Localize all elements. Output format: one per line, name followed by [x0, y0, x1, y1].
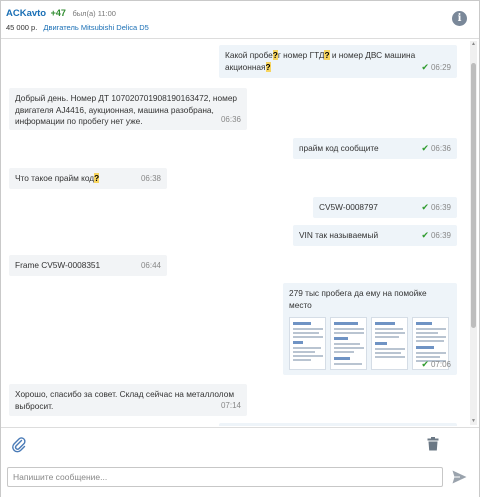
message-toolbar [1, 427, 479, 461]
chat-header: ACKavto +47 был(а) 11:00 45 000 р. Двига… [1, 1, 479, 39]
message-incoming: Добрый день. Номер ДТ 107020701908190163… [9, 88, 247, 130]
message-outgoing: CV5W-0008797 ✔ 06:39 [313, 197, 457, 218]
message-time: 07:14 [220, 400, 241, 410]
composer [1, 461, 479, 497]
seller-name[interactable]: ACKavto [6, 8, 46, 19]
info-icon[interactable]: i [452, 11, 467, 26]
message-time: 06:36 [220, 114, 241, 124]
message-incoming: Что такое прайм код? 06:38 [9, 168, 167, 189]
paperclip-icon[interactable] [12, 437, 26, 453]
message-outgoing: Какой пробе?г номер ГТД? и номер ДВС маш… [219, 45, 457, 78]
checkmark-icon: ✔ [421, 201, 429, 212]
message-text: 279 тыс пробега да ему на помойке место [289, 288, 427, 310]
message-text: Что такое прайм код? [15, 173, 100, 183]
message-list: Какой пробе?г номер ГТД? и номер ДВС маш… [1, 40, 479, 426]
scrollbar-thumb[interactable] [471, 63, 476, 328]
document-thumbnail[interactable] [371, 317, 408, 370]
checkmark-icon: ✔ [421, 358, 429, 369]
message-text: Хорошо, спасибо за совет. Склад сейчас н… [15, 389, 235, 411]
checkmark-icon: ✔ [421, 229, 429, 240]
trash-icon[interactable] [427, 437, 439, 451]
chat-scrollbar[interactable]: ▲ ▼ [470, 41, 477, 425]
message-outgoing: прайм код сообщите ✔ 06:36 [293, 138, 457, 159]
seller-status: был(а) 11:00 [72, 9, 116, 18]
message-input[interactable] [7, 467, 443, 487]
message-text: Добрый день. Номер ДТ 107020701908190163… [15, 93, 238, 126]
message-outgoing-partial [219, 423, 457, 426]
checkmark-icon: ✔ [421, 142, 429, 153]
message-time: 06:36 [430, 143, 451, 153]
message-text: Какой пробе?г номер ГТД? и номер ДВС маш… [225, 50, 416, 72]
chat-window: ACKavto +47 был(а) 11:00 45 000 р. Двига… [0, 0, 480, 497]
message-outgoing: 279 тыс пробега да ему на помойке место [283, 283, 457, 375]
document-thumbnail[interactable] [289, 317, 326, 370]
message-time: 06:38 [140, 173, 161, 183]
message-incoming: Хорошо, спасибо за совет. Склад сейчас н… [9, 384, 247, 416]
document-thumbnail[interactable] [330, 317, 367, 370]
message-time: 07:06 [430, 359, 451, 369]
item-line: 45 000 р. Двигатель Mitsubishi Delica D5 [6, 23, 149, 32]
message-time: 06:39 [430, 202, 451, 212]
item-price: 45 000 р. [6, 23, 38, 32]
message-time: 06:29 [430, 62, 451, 72]
message-incoming: Frame CV5W-0008351 06:44 [9, 255, 167, 276]
scroll-down-arrow-icon[interactable]: ▼ [470, 418, 477, 425]
item-title-link[interactable]: Двигатель Mitsubishi Delica D5 [43, 23, 148, 32]
message-outgoing: VIN так называемый ✔ 06:39 [293, 225, 457, 246]
checkmark-icon: ✔ [421, 61, 429, 72]
send-icon[interactable] [452, 470, 467, 484]
seller-rating: +47 [50, 8, 66, 18]
message-time: 06:44 [140, 260, 161, 270]
seller-line: ACKavto +47 был(а) 11:00 [6, 8, 116, 19]
message-text: Frame CV5W-0008351 [15, 260, 101, 270]
message-time: 06:39 [430, 230, 451, 240]
scroll-up-arrow-icon[interactable]: ▲ [470, 41, 477, 48]
